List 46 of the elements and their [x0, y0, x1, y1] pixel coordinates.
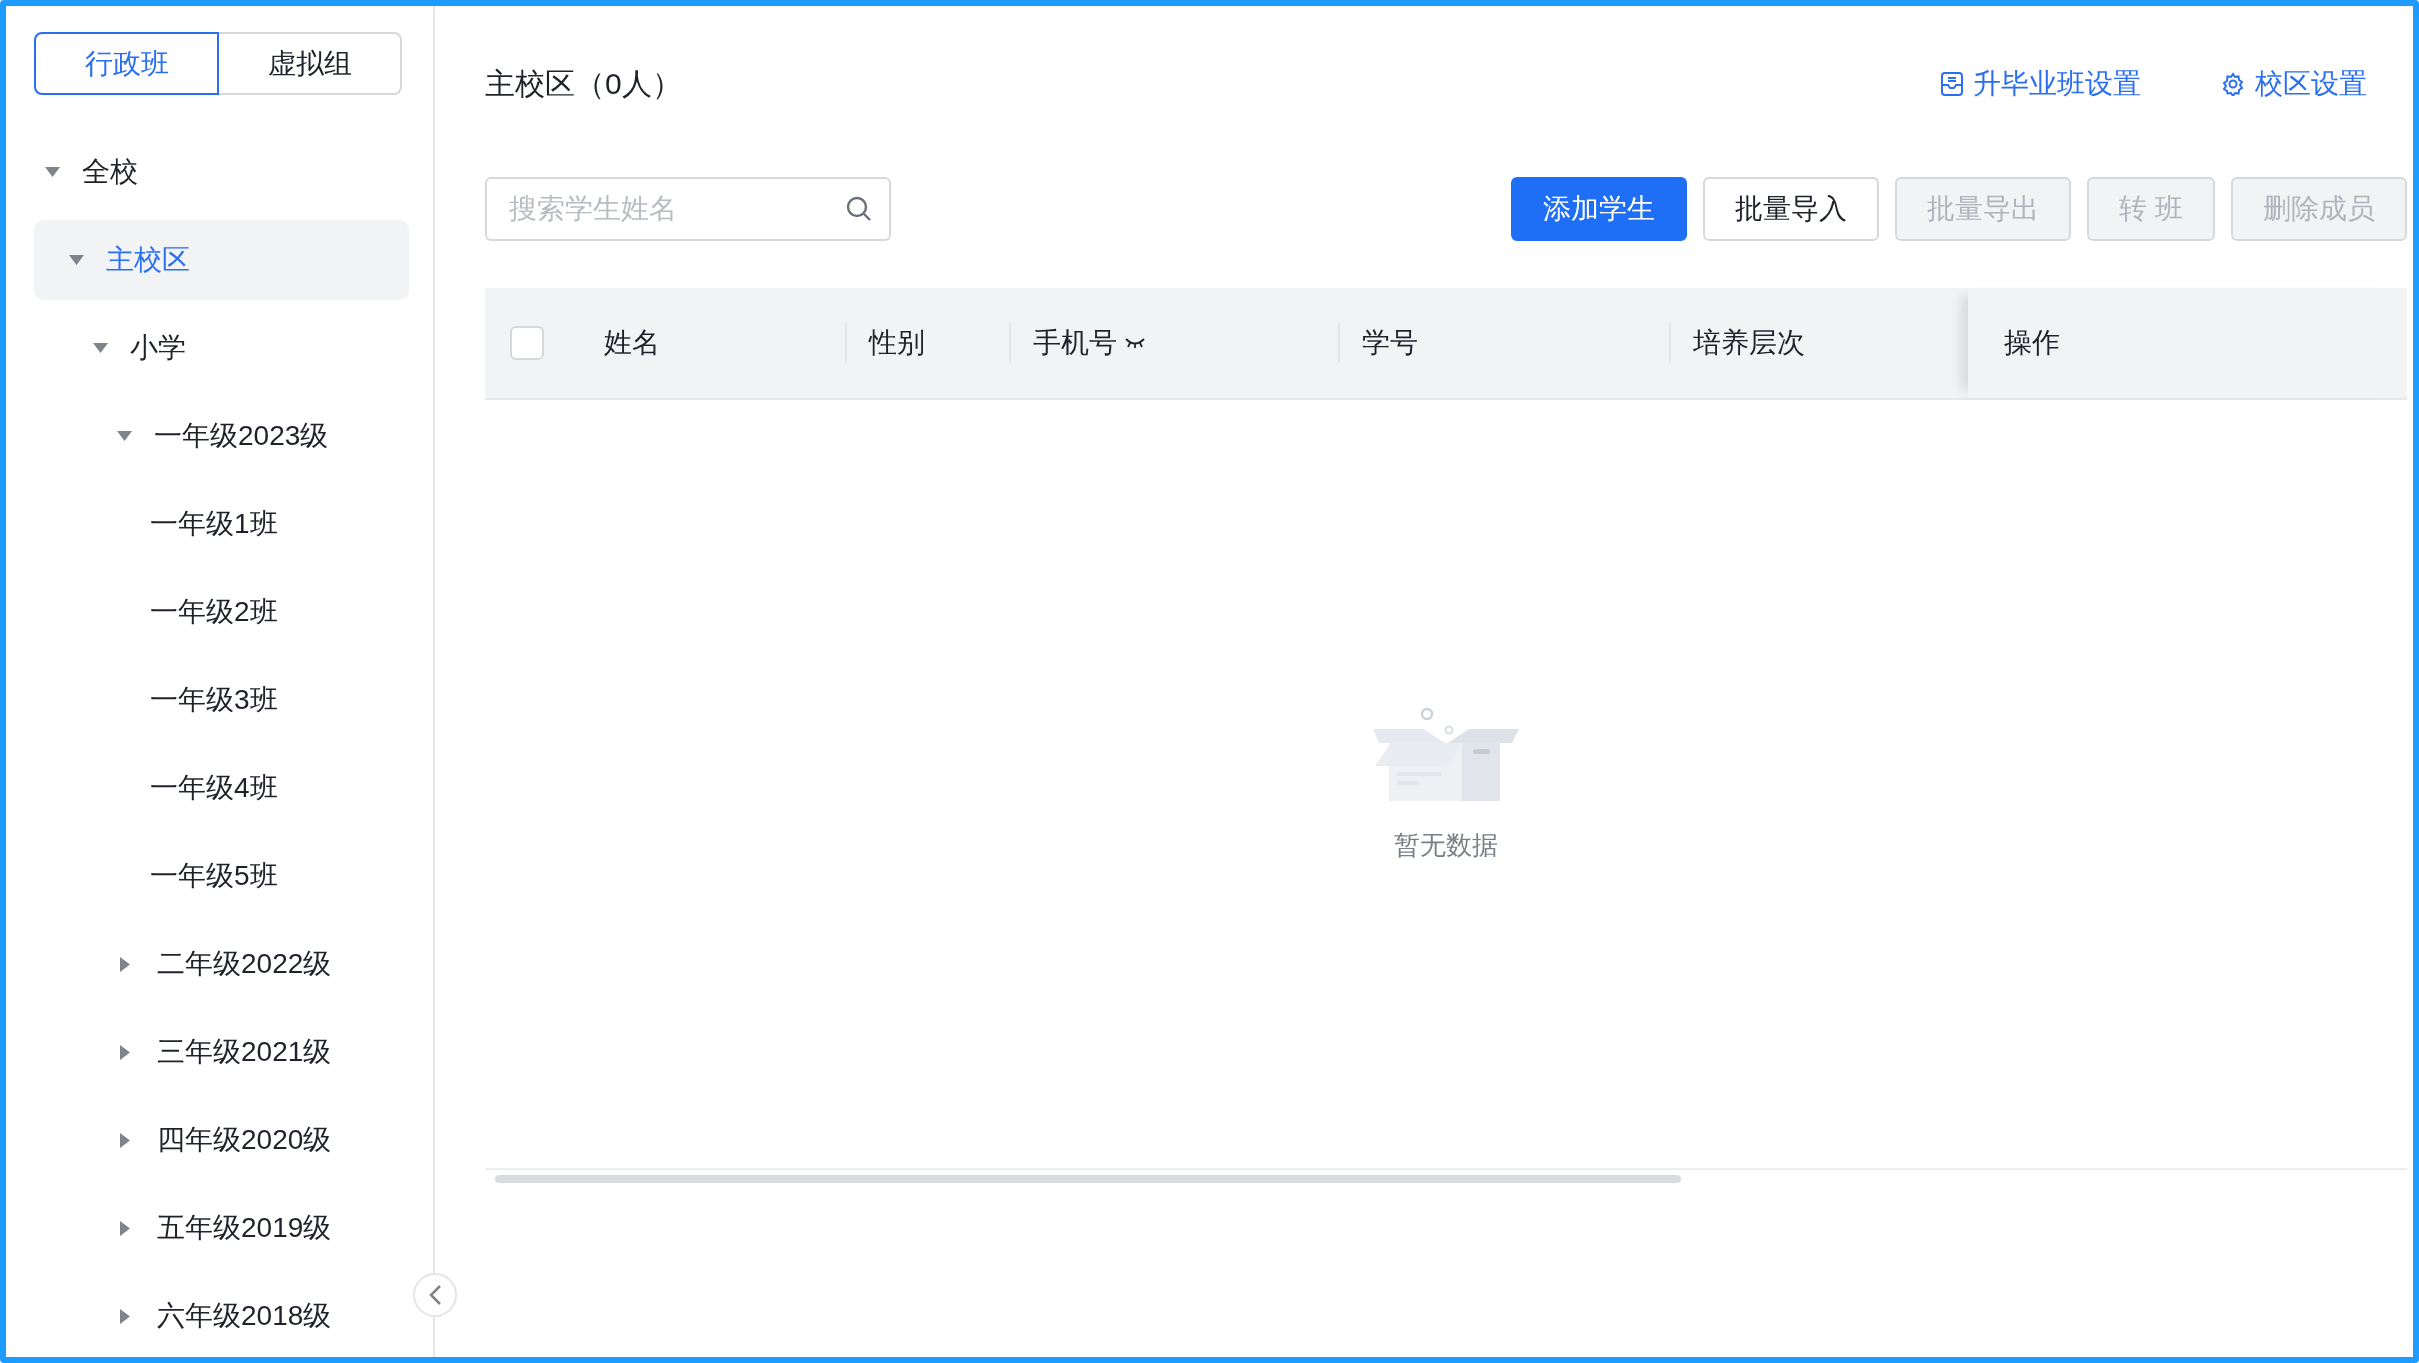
settings-icon: [2221, 72, 2245, 96]
tree-item[interactable]: 一年级2023级: [34, 396, 409, 476]
search-icon[interactable]: [845, 195, 873, 223]
search-field[interactable]: 搜索学生姓名: [485, 177, 891, 241]
tree-item[interactable]: 一年级4班: [34, 748, 409, 828]
tree-item[interactable]: 一年级3班: [34, 660, 409, 740]
caret-right-icon[interactable]: [120, 1132, 130, 1148]
column-header: 培养层次: [1693, 326, 1805, 360]
tree-item[interactable]: 四年级2020级: [34, 1100, 409, 1180]
tab[interactable]: 虚拟组: [219, 32, 402, 95]
tree-item[interactable]: 一年级5班: [34, 836, 409, 916]
tree-item[interactable]: 三年级2021级: [34, 1012, 409, 1092]
tree-item[interactable]: 五年级2019级: [34, 1188, 409, 1268]
caret-down-icon[interactable]: [69, 255, 84, 265]
caret-down-icon[interactable]: [93, 343, 108, 353]
tree-item[interactable]: 六年级2018级: [34, 1276, 409, 1356]
action-button[interactable]: 添加学生: [1511, 177, 1688, 241]
tray-icon: [1941, 72, 1963, 96]
caret-right-icon[interactable]: [120, 956, 130, 972]
tree-item[interactable]: 一年级2班: [34, 572, 409, 652]
tab[interactable]: 行政班: [34, 32, 219, 95]
caret-right-icon[interactable]: [120, 1308, 130, 1324]
caret-down-icon[interactable]: [117, 431, 132, 441]
column-header: 性别: [869, 326, 925, 360]
closed-eye-icon[interactable]: [1125, 336, 1145, 350]
caret-right-icon[interactable]: [120, 1220, 130, 1236]
tree-item[interactable]: 一年级1班: [34, 484, 409, 564]
horizontal-scrollbar[interactable]: [495, 1175, 1681, 1183]
settings-link[interactable]: 升毕业班设置: [1941, 65, 2141, 103]
column-header: 操作: [2004, 326, 2060, 360]
empty-state-text: 暂无数据: [1394, 828, 1498, 862]
tree-item[interactable]: 全校: [34, 132, 409, 212]
page-title: 主校区（0人）: [485, 65, 683, 102]
column-header: 学号: [1362, 326, 1418, 360]
column-header: 手机号: [1033, 326, 1117, 360]
select-all-checkbox[interactable]: [510, 326, 544, 360]
column-header: 姓名: [604, 326, 660, 360]
tree-item[interactable]: 二年级2022级: [34, 924, 409, 1004]
tree-item[interactable]: 主校区: [34, 220, 409, 300]
caret-down-icon[interactable]: [45, 167, 60, 177]
caret-right-icon[interactable]: [120, 1044, 130, 1060]
tree-item[interactable]: 小学: [34, 308, 409, 388]
settings-link[interactable]: 校区设置: [2221, 65, 2367, 103]
collapse-button[interactable]: [413, 1273, 457, 1317]
chevron-left-icon[interactable]: [428, 1284, 442, 1306]
action-button[interactable]: 批量导入: [1703, 177, 1880, 241]
